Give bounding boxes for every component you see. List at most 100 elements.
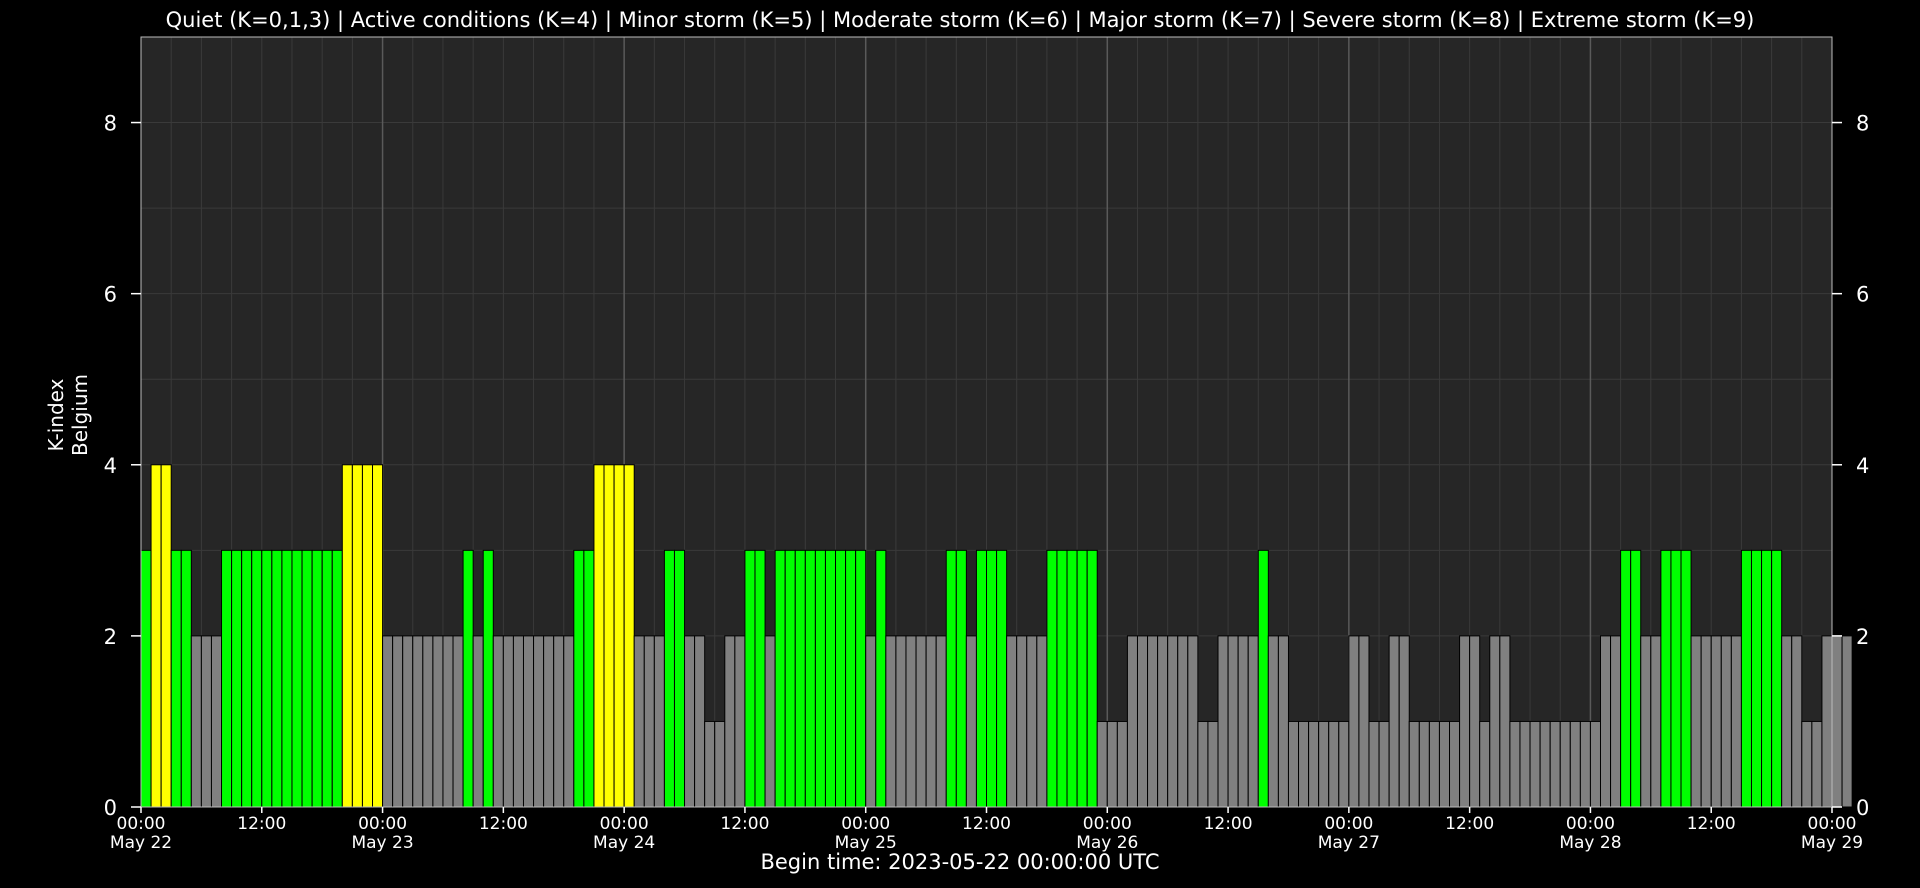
- y-tick-label: 4: [104, 454, 117, 478]
- k-index-bar: [1660, 549, 1672, 808]
- k-index-bar: [965, 635, 977, 808]
- k-index-bar: [1559, 720, 1571, 808]
- k-index-bar: [814, 549, 826, 808]
- k-index-bar: [1408, 720, 1420, 808]
- k-index-bar: [200, 635, 212, 808]
- k-index-bar: [955, 549, 967, 808]
- k-index-bar: [613, 464, 625, 808]
- k-index-bar: [996, 549, 1008, 808]
- k-index-bar: [321, 549, 333, 808]
- y-tick-label: 6: [104, 283, 117, 307]
- k-index-bar: [180, 549, 192, 808]
- k-index-bar: [543, 635, 555, 808]
- k-index-bar: [492, 635, 504, 808]
- y-tick-label: 8: [104, 112, 117, 136]
- y-axis-label-line-1: K-index: [44, 378, 68, 452]
- k-index-bar: [603, 464, 615, 808]
- k-index-bar: [190, 635, 202, 808]
- k-index-bar: [1710, 635, 1722, 808]
- k-index-bar: [1509, 720, 1521, 808]
- k-index-bar: [794, 549, 806, 808]
- k-index-bar: [1358, 635, 1370, 808]
- k-index-bar: [925, 635, 937, 808]
- k-index-chart: 0 02 24 46 68 800:00May 2212:00 00:00May 2312:…: [104, 36, 1869, 853]
- k-index-bar: [1589, 720, 1601, 808]
- k-index-bar: [442, 635, 454, 808]
- y-tick-label: 2: [1856, 625, 1869, 649]
- k-index-bar: [734, 635, 746, 808]
- k-index-bar: [351, 464, 363, 808]
- x-tick-time-label: 00:00: [358, 814, 407, 834]
- k-index-bar: [341, 464, 353, 808]
- k-index-bar: [1650, 635, 1662, 808]
- k-index-bar: [311, 549, 323, 808]
- k-index-bar: [361, 464, 374, 808]
- k-index-bar: [754, 549, 766, 808]
- k-index-bar: [1761, 549, 1773, 808]
- k-index-bar: [251, 549, 263, 808]
- k-index-bar: [774, 549, 786, 808]
- k-index-bar: [643, 635, 655, 808]
- k-index-bar: [1418, 720, 1430, 808]
- k-index-bar: [1579, 720, 1591, 808]
- x-tick-time-label: 12:00: [720, 814, 769, 834]
- k-index-bar: [1519, 720, 1531, 808]
- k-index-bar: [1529, 720, 1541, 808]
- k-index-bar: [975, 549, 987, 808]
- y-tick-label: 0: [104, 796, 117, 820]
- k-index-bar: [1126, 635, 1138, 808]
- y-axis-label-line-2: Belgium: [68, 374, 92, 456]
- k-index-bar: [694, 635, 706, 808]
- k-index-bar: [1690, 635, 1702, 808]
- k-index-bar: [1469, 635, 1481, 808]
- k-index-bar: [744, 549, 756, 808]
- k-index-bar: [512, 635, 524, 808]
- k-index-bar: [1046, 549, 1058, 808]
- k-index-bar: [835, 549, 847, 808]
- k-index-bar: [1016, 635, 1028, 808]
- k-index-bar: [915, 635, 927, 808]
- k-index-bar: [1499, 635, 1511, 808]
- k-index-bar: [1277, 635, 1289, 808]
- k-index-bar: [1338, 720, 1350, 808]
- begin-time-label: Begin time: 2023-05-22 00:00:00 UTC: [760, 850, 1160, 874]
- k-index-bar: [1247, 635, 1259, 808]
- k-index-bar: [986, 549, 998, 808]
- k-index-bar: [1730, 635, 1742, 808]
- k-index-bar: [593, 464, 605, 808]
- k-index-bar: [1438, 720, 1451, 808]
- k-index-bar: [1720, 635, 1732, 808]
- k-index-bar: [663, 549, 675, 808]
- k-index-bar: [482, 549, 494, 808]
- x-tick-time-label: 00:00: [600, 814, 649, 834]
- k-index-bar: [1116, 720, 1128, 808]
- k-index-bar: [1388, 635, 1400, 808]
- k-index-bar: [1227, 635, 1239, 808]
- x-tick-time-label: 00:00: [1324, 814, 1373, 834]
- k-index-bar: [1147, 635, 1159, 808]
- k-index-bar: [764, 635, 776, 808]
- k-index-bar: [392, 635, 404, 808]
- y-tick-label: 0: [1856, 796, 1869, 820]
- k-index-bar: [804, 549, 816, 808]
- k-index-bar: [865, 635, 877, 808]
- k-index-bar: [502, 635, 514, 808]
- x-tick-time-label: 00:00: [1808, 814, 1857, 834]
- k-index-bar: [422, 635, 434, 808]
- k-index-bar: [472, 635, 484, 808]
- k-index-bar: [1257, 549, 1269, 808]
- k-index-bar: [714, 720, 726, 808]
- k-index-bar: [1036, 635, 1048, 808]
- k-index-bar: [241, 549, 253, 808]
- k-index-bar: [452, 635, 464, 808]
- k-index-bar: [1157, 635, 1169, 808]
- k-index-bar: [724, 635, 736, 808]
- k-index-bar: [1620, 549, 1632, 808]
- k-index-bar: [1076, 549, 1088, 808]
- k-index-bar: [301, 549, 313, 808]
- k-index-bar: [1831, 635, 1843, 808]
- k-index-bar: [522, 635, 535, 808]
- k-index-bar: [1630, 549, 1642, 808]
- k-index-bar: [412, 635, 424, 808]
- k-index-bar: [573, 549, 585, 808]
